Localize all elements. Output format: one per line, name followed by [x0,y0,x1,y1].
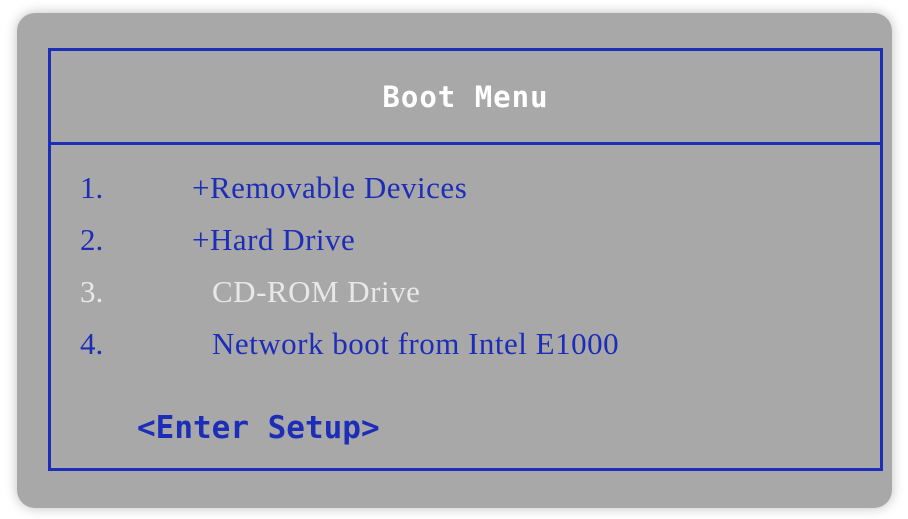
boot-menu-title-bar: Boot Menu [51,51,880,145]
boot-item-removable-devices[interactable]: 1. +Removable Devices [80,162,892,214]
boot-item-number: 1. [80,170,104,205]
boot-item-label: Network boot from Intel E1000 [212,326,620,361]
boot-item-number: 2. [80,222,104,257]
boot-item-label: +Hard Drive [192,222,356,257]
boot-item-number: 4. [80,326,104,361]
enter-setup-option[interactable]: <Enter Setup> [137,410,380,446]
boot-item-label: +Removable Devices [192,170,468,205]
boot-menu-title: Boot Menu [382,79,549,114]
boot-item-hard-drive[interactable]: 2. +Hard Drive [80,214,892,266]
boot-item-number: 3. [80,274,104,309]
bios-screen: Boot Menu 1. +Removable Devices 2. +Hard… [17,13,892,508]
boot-item-cd-rom-drive[interactable]: 3. CD-ROM Drive [80,266,892,318]
boot-item-network-boot[interactable]: 4. Network boot from Intel E1000 [80,318,892,370]
boot-item-label: CD-ROM Drive [212,274,421,309]
boot-device-list: 1. +Removable Devices 2. +Hard Drive 3. … [80,162,892,370]
